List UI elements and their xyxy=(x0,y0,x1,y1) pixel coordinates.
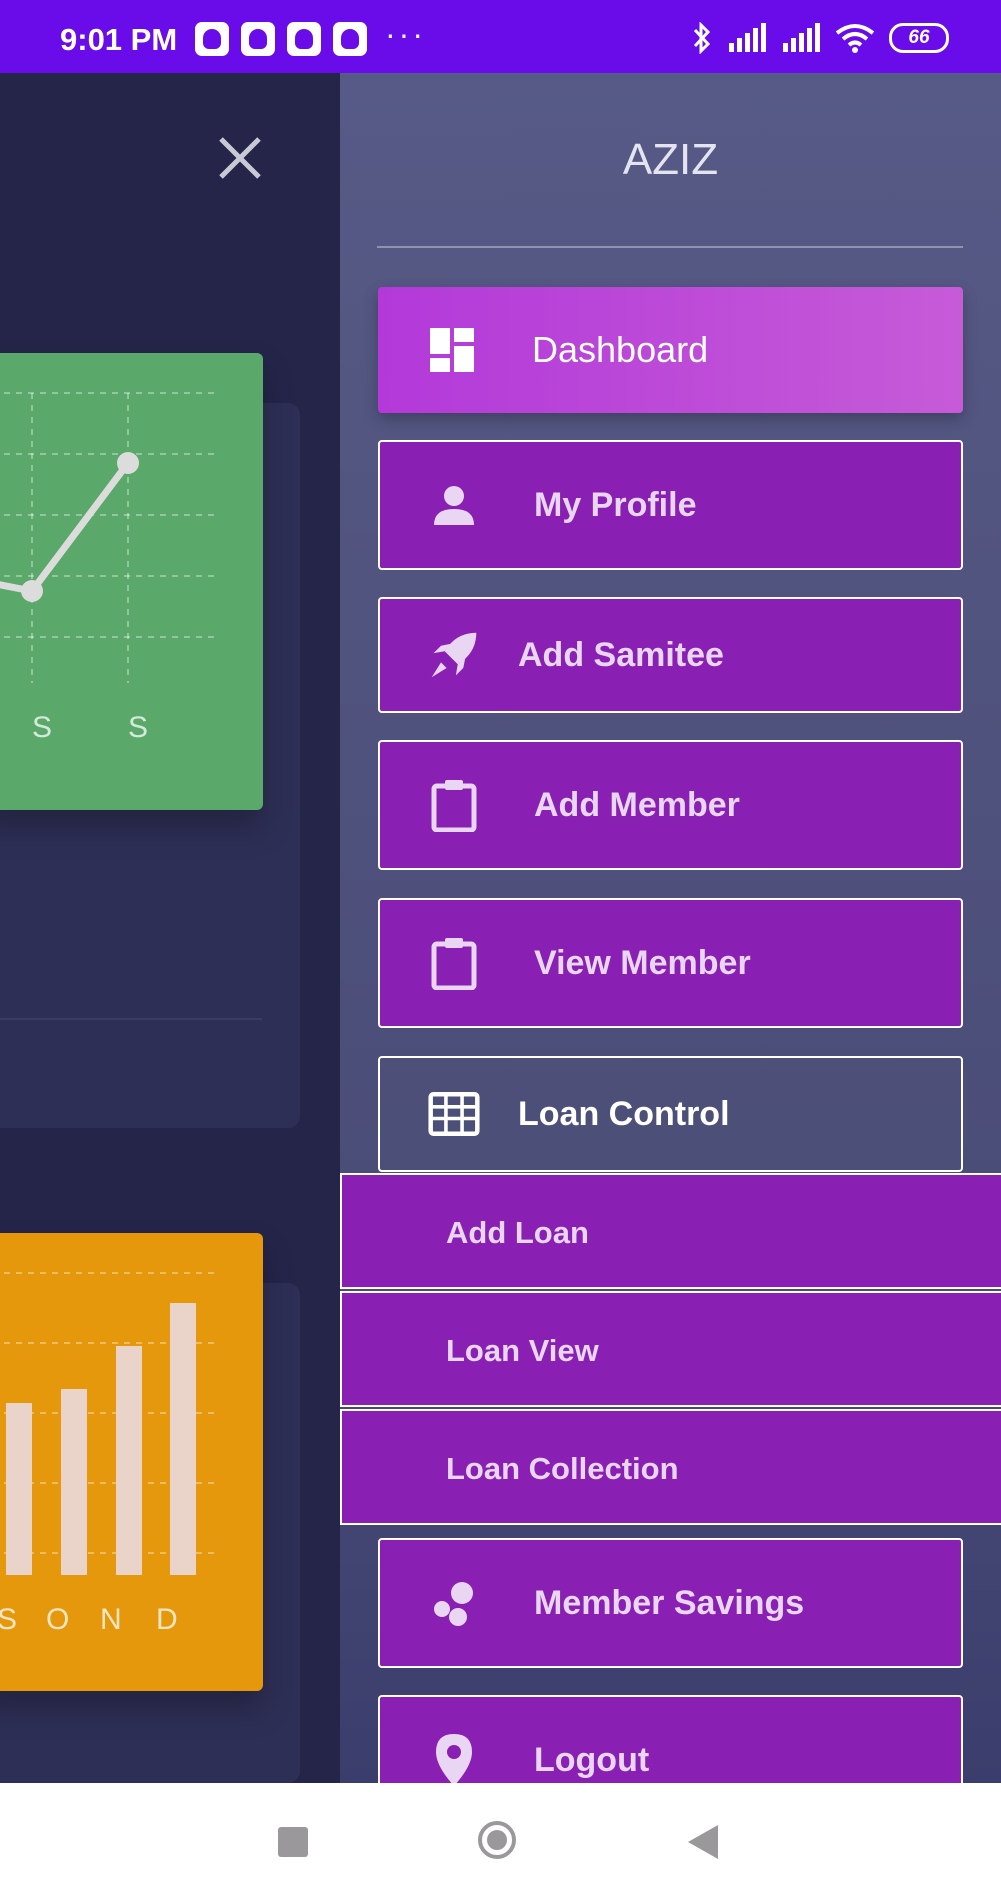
line-chart-card: S S xyxy=(0,353,263,810)
menu-item-member-savings[interactable]: Member Savings xyxy=(378,1538,963,1668)
system-nav-bar xyxy=(0,1783,1001,1902)
x-axis-label: N xyxy=(100,1603,122,1636)
notification-icon xyxy=(241,22,275,56)
home-icon[interactable] xyxy=(478,1821,516,1859)
menu-item-label: My Profile xyxy=(534,485,697,524)
menu-item-loan-control[interactable]: Loan Control xyxy=(378,1056,963,1172)
submenu-item-add-loan[interactable]: Add Loan xyxy=(340,1173,1001,1289)
menu-item-add-samitee[interactable]: Add Samitee xyxy=(378,597,963,713)
chart-point xyxy=(21,580,43,602)
signal-icon xyxy=(783,23,820,52)
status-time: 9:01 PM xyxy=(60,22,178,57)
recents-icon[interactable] xyxy=(278,1827,308,1857)
x-axis-label: D xyxy=(156,1603,178,1636)
more-notifications-icon: ··· xyxy=(385,16,426,52)
grid-icon xyxy=(428,1088,480,1140)
x-axis-label: O xyxy=(46,1603,70,1636)
menu-item-label: Logout xyxy=(534,1740,650,1779)
bluetooth-icon xyxy=(693,22,711,54)
menu-item-logout[interactable]: Logout xyxy=(378,1695,963,1783)
menu-item-view-member[interactable]: View Member xyxy=(378,898,963,1028)
menu-item-label: Add Member xyxy=(534,785,740,824)
chart-bar xyxy=(170,1303,196,1575)
x-axis-label: S xyxy=(128,711,149,744)
submenu-item-loan-view[interactable]: Loan View xyxy=(340,1291,1001,1407)
menu-item-label: Dashboard xyxy=(532,329,709,370)
drawer-title: AZIZ xyxy=(622,135,719,184)
close-icon[interactable] xyxy=(215,133,265,183)
bar-chart xyxy=(0,1272,220,1575)
dashboard-icon xyxy=(426,324,478,376)
menu-item-label: Member Savings xyxy=(534,1583,805,1622)
menu-item-my-profile[interactable]: My Profile xyxy=(378,440,963,570)
clipboard-icon xyxy=(428,937,480,990)
menu-item-label: Add Samitee xyxy=(518,635,724,674)
menu-item-label: Loan Control xyxy=(518,1094,730,1133)
battery-icon: 66 xyxy=(889,23,949,53)
chart-point xyxy=(117,452,139,474)
chart-bar xyxy=(116,1346,142,1575)
drawer-divider xyxy=(377,246,963,248)
submenu-item-label: Loan View xyxy=(446,1333,599,1368)
location-pin-icon xyxy=(428,1734,480,1783)
bubbles-icon xyxy=(428,1577,480,1629)
notification-icon xyxy=(287,22,321,56)
menu-item-dashboard[interactable]: Dashboard xyxy=(378,287,963,413)
rocket-icon xyxy=(428,629,480,681)
wifi-icon xyxy=(835,24,875,53)
x-axis-label: S xyxy=(0,1603,18,1636)
submenu-item-loan-collection[interactable]: Loan Collection xyxy=(340,1409,1001,1525)
submenu-item-label: Add Loan xyxy=(446,1215,589,1250)
navigation-drawer: AZIZ Dashboard My Profile Add Samitee Ad… xyxy=(340,73,1001,1783)
signal-icon xyxy=(729,23,766,52)
status-bar: 9:01 PM ··· 66 xyxy=(0,0,1001,73)
notification-icon xyxy=(333,22,367,56)
x-axis-label: S xyxy=(32,711,53,744)
background-app: S S S O N D xyxy=(0,73,340,1783)
clipboard-icon xyxy=(428,779,480,832)
menu-item-add-member[interactable]: Add Member xyxy=(378,740,963,870)
menu-item-label: View Member xyxy=(534,943,751,982)
back-icon[interactable] xyxy=(688,1825,718,1859)
person-icon xyxy=(428,479,480,531)
chart-bar xyxy=(61,1389,87,1575)
submenu-item-label: Loan Collection xyxy=(446,1451,679,1486)
divider xyxy=(0,1018,262,1020)
bar-chart-card: S O N D xyxy=(0,1233,263,1691)
chart-bar xyxy=(6,1403,32,1575)
notification-icon xyxy=(195,22,229,56)
